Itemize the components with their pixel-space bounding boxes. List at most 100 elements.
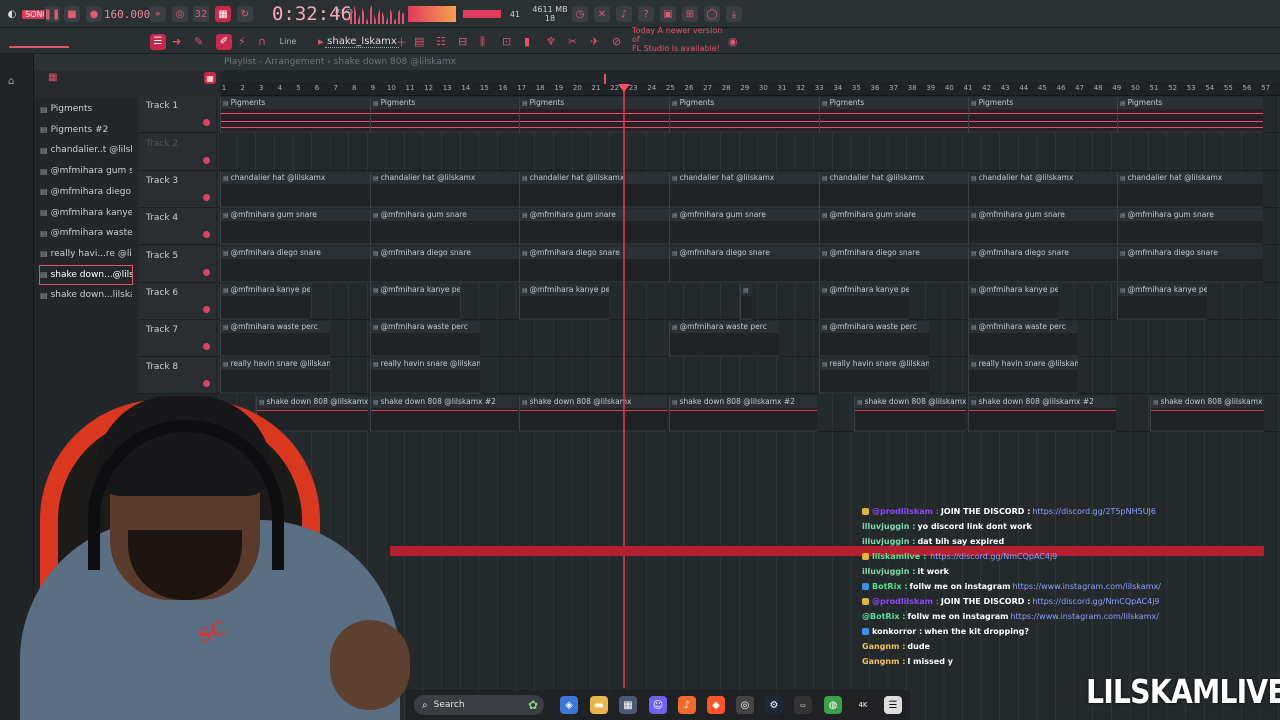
pattern-clip[interactable]: @mfmihara gum snare xyxy=(370,209,520,245)
pattern-clip[interactable]: @mfmihara kanye perc xyxy=(968,284,1058,320)
pattern-item[interactable]: ▤really havi...re @lilskamx xyxy=(40,245,132,263)
pattern-clip[interactable]: chandalier hat @lilskamx xyxy=(220,172,370,208)
plugin-picker-icon[interactable]: ▮ xyxy=(524,33,530,50)
pattern-clip[interactable]: chandalier hat @lilskamx xyxy=(1117,172,1263,208)
taskbar-search[interactable]: ⌕ Search ✿ xyxy=(414,695,544,715)
pattern-clip[interactable]: @mfmihara gum snare xyxy=(1117,209,1263,245)
fl-logo-icon[interactable]: ◐ xyxy=(4,5,20,23)
playlist-options-icon[interactable]: ▦ xyxy=(48,72,57,83)
pattern-clip[interactable]: @mfmihara diego snare xyxy=(220,247,370,283)
chat-link[interactable]: https://discord.gg/NmCQpAC4j9 xyxy=(1032,597,1159,606)
pattern-item[interactable]: ▤@mfmihara kanye perc xyxy=(40,204,132,222)
pattern-picker-icon[interactable]: ▦ xyxy=(204,72,216,84)
pattern-item[interactable]: ▤chandalier..t @lilskamx xyxy=(40,141,132,159)
app-icon[interactable]: ▭ xyxy=(794,696,812,714)
track-header[interactable]: Track 2 xyxy=(138,134,216,171)
pattern-clip[interactable]: @mfmihara waste perc xyxy=(220,321,330,357)
track-header[interactable]: Track 7 xyxy=(138,320,216,357)
track-mute-icon[interactable] xyxy=(203,306,210,313)
pattern-clip[interactable]: shake down 808 @lilskamx xyxy=(519,396,667,432)
draw-icon[interactable]: ✎ xyxy=(194,33,203,50)
pattern-item[interactable]: ▤shake down...lilskamx #2 xyxy=(40,286,132,304)
track-mute-icon[interactable] xyxy=(203,194,210,201)
track-header[interactable]: Track 3 xyxy=(138,171,216,208)
mixer-view-icon[interactable]: ⫼ xyxy=(480,33,485,50)
help-icon[interactable]: ? xyxy=(638,5,654,23)
slice-icon[interactable]: ⚡ xyxy=(238,33,246,50)
wait-input-icon[interactable]: ◎ xyxy=(172,5,188,23)
pattern-clip[interactable]: @mfmihara waste perc xyxy=(968,321,1078,357)
add-pattern-icon[interactable]: ＋ xyxy=(396,33,407,50)
playhead[interactable] xyxy=(623,88,625,688)
track-mute-icon[interactable] xyxy=(203,231,210,238)
pattern-clip[interactable]: @mfmihara kanye perc xyxy=(370,284,460,320)
chrome-icon[interactable]: ◍ xyxy=(824,696,842,714)
help-docs-icon[interactable]: ⊘ xyxy=(612,33,621,50)
chat-link[interactable]: https://discord.gg/NmCQpAC4j9 xyxy=(930,552,1057,561)
browser-icon[interactable]: ⊡ xyxy=(502,33,511,50)
playhead-marker[interactable] xyxy=(618,84,630,92)
pattern-clip[interactable]: chandalier hat @lilskamx xyxy=(819,172,969,208)
pattern-clip[interactable]: @mfmihara diego snare xyxy=(519,247,669,283)
playlist-menu-icon[interactable]: ☰ xyxy=(150,33,166,50)
arrow-icon[interactable]: ➜ xyxy=(172,33,181,50)
pattern-clip[interactable]: @mfmihara gum snare xyxy=(819,209,969,245)
piano-roll-icon[interactable]: ⊟ xyxy=(458,33,467,50)
pattern-clip[interactable]: @mfmihara gum snare xyxy=(968,209,1118,245)
pattern-selector[interactable]: shake_lskamx xyxy=(325,33,399,50)
pattern-clip[interactable]: really havin snare @lilskamx xyxy=(968,358,1078,394)
pattern-clip[interactable]: @mfmihara kanye perc xyxy=(819,284,909,320)
pattern-item[interactable]: ▤@mfmihara gum snare xyxy=(40,162,132,180)
pattern-item[interactable]: ▤@mfmihara diego snare xyxy=(40,183,132,201)
copilot-icon[interactable]: ◈ xyxy=(560,696,578,714)
pattern-clip[interactable]: shake down 808 @lilskamx #2 xyxy=(968,396,1116,432)
pattern-clip[interactable]: Pigments xyxy=(220,97,370,133)
track-mute-icon[interactable] xyxy=(203,157,210,164)
mixer-icon[interactable]: ⊞ xyxy=(682,5,698,23)
pattern-clip[interactable]: Pigments xyxy=(669,97,819,133)
pattern-arrow-icon[interactable]: ▸ xyxy=(318,33,324,50)
pattern-clip[interactable]: Pigments xyxy=(1117,97,1263,133)
record-audio-icon[interactable]: ✈ xyxy=(590,33,599,50)
pattern-clip[interactable]: shake down 808 @lilskamx xyxy=(1150,396,1264,432)
pattern-clip[interactable]: @mfmihara gum snare xyxy=(669,209,819,245)
pattern-item[interactable]: ▤shake down...@lilskamx xyxy=(39,264,133,285)
store-icon[interactable]: ▦ xyxy=(619,696,637,714)
chat-link[interactable]: https://www.instagram.com/lilskamx/ xyxy=(1012,582,1160,591)
playlist-view-icon[interactable]: ▤ xyxy=(414,33,424,50)
pattern-clip[interactable]: @mfmihara diego snare xyxy=(819,247,969,283)
chat-icon[interactable]: ◯ xyxy=(704,5,720,23)
pattern-clip[interactable]: @mfmihara diego snare xyxy=(1117,247,1263,283)
pattern-clip[interactable]: Pigments xyxy=(819,97,969,133)
browser-folder-icon[interactable]: ⌂ xyxy=(8,76,14,87)
stop-icon[interactable]: ■ xyxy=(64,5,80,23)
pattern-clip[interactable]: really havin snare @lilskamx xyxy=(819,358,929,394)
countdown-icon[interactable]: 32 xyxy=(193,5,209,23)
track-lane[interactable] xyxy=(218,134,1280,171)
chat-link[interactable]: https://www.instagram.com/lilskamx/ xyxy=(1010,612,1158,621)
save-icon[interactable]: ▣ xyxy=(660,5,676,23)
record-icon[interactable]: ● xyxy=(86,5,102,23)
track-header[interactable]: Track 4 xyxy=(138,208,216,245)
download-icon[interactable]: ⤓ xyxy=(726,5,742,23)
pattern-clip[interactable]: @mfmihara diego snare xyxy=(669,247,819,283)
pattern-clip[interactable]: Pigments xyxy=(370,97,520,133)
touch-keyboard-icon[interactable]: ✂ xyxy=(568,33,577,50)
pattern-clip[interactable]: chandalier hat @lilskamx xyxy=(968,172,1118,208)
pattern-clip[interactable]: Pigments xyxy=(968,97,1118,133)
news-panel[interactable]: Today A newer version of FL Studio is av… xyxy=(632,26,724,53)
chat-link[interactable]: https://discord.gg/2T5pNH5UJ6 xyxy=(1032,507,1156,516)
4k-icon[interactable]: 4K xyxy=(854,696,872,714)
pattern-item[interactable]: ▤ Pigments #2 xyxy=(40,121,132,139)
pattern-clip[interactable]: @mfmihara kanye perc xyxy=(220,284,310,320)
pattern-clip[interactable]: chandalier hat @lilskamx xyxy=(519,172,669,208)
pattern-clip[interactable]: chandalier hat @lilskamx xyxy=(669,172,819,208)
file-explorer-icon[interactable]: ▬ xyxy=(590,696,608,714)
pattern-clip[interactable]: @mfmihara kanye perc xyxy=(1117,284,1207,320)
paint-icon[interactable]: ✐ xyxy=(216,33,232,50)
pattern-clip[interactable]: @mfmihara gum snare xyxy=(519,209,669,245)
snap-select[interactable]: Line xyxy=(274,33,302,50)
terminal-icon[interactable]: ☰ xyxy=(884,696,902,714)
fl-studio-taskbar-icon[interactable]: ♪ xyxy=(678,696,696,714)
track-header[interactable]: Track 5 xyxy=(138,246,216,283)
